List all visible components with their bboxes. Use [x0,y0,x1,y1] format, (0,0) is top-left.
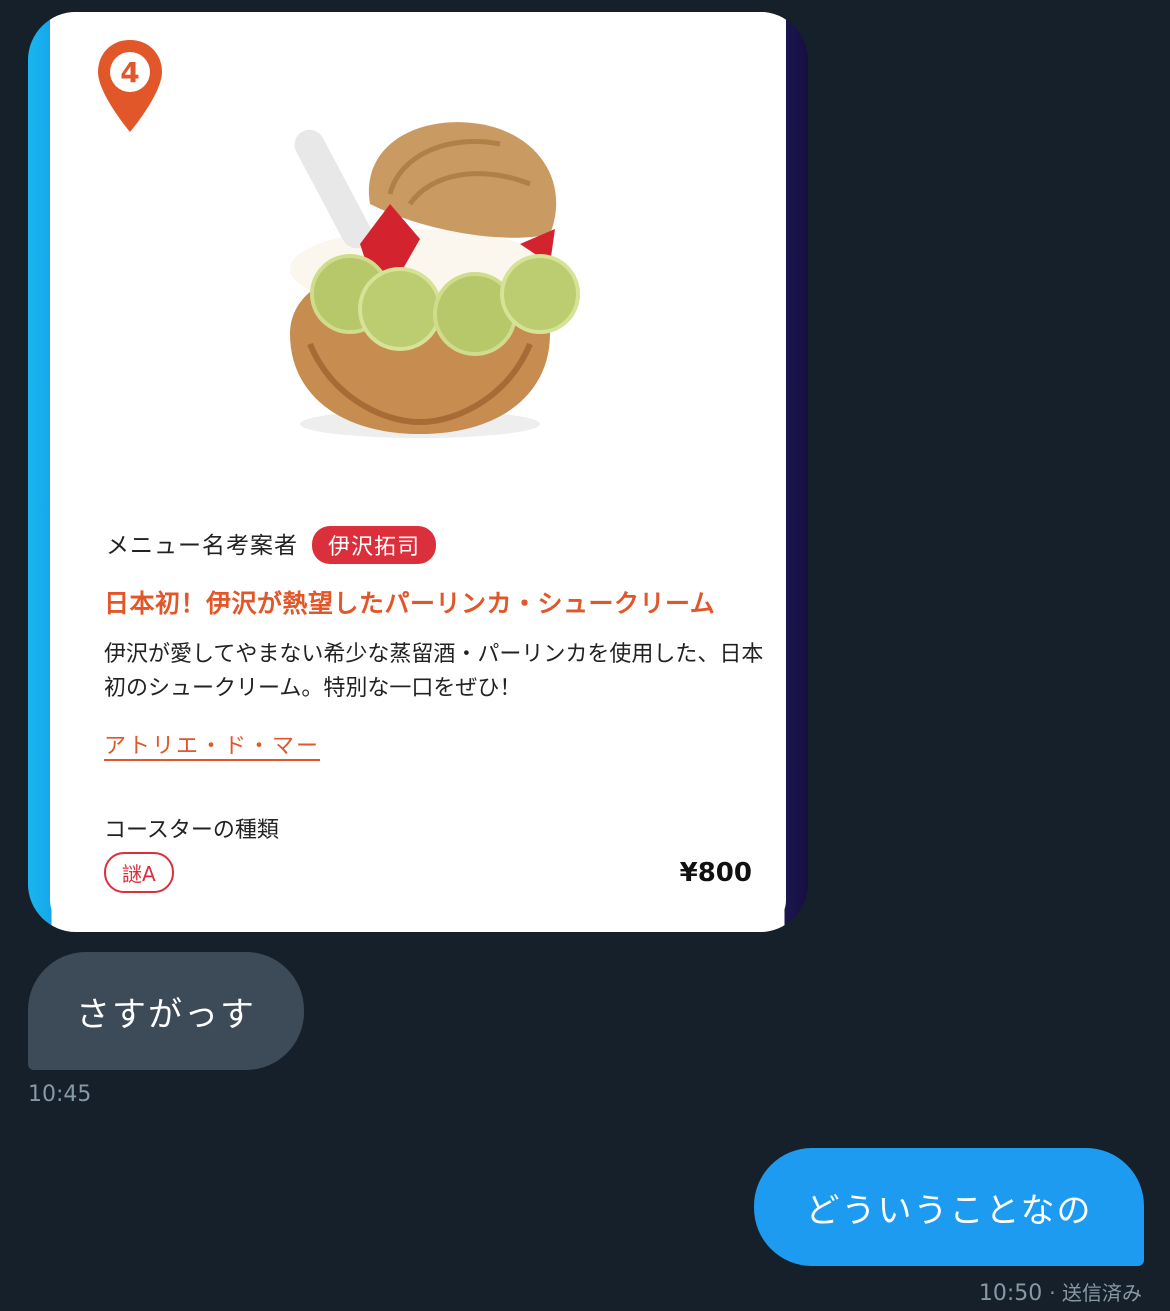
outgoing-message-time: 10:50 [978,1281,1043,1306]
menu-title: 日本初！伊沢が熱望したパーリンカ・シュークリーム [104,589,716,618]
cream-puff-image [290,122,580,438]
outgoing-message-bubble[interactable]: どういうことなの [754,1148,1144,1266]
menu-description: 伊沢が愛してやまない希少な蒸留酒・パーリンカを使用した、日本初のシュークリーム。… [104,642,764,701]
menu-card: 4 メニュー名考案者 伊沢拓司 日本初！伊沢が熱望したパーリンカ・シュークリーム… [50,12,786,930]
menu-name-label: メニュー名考案者 [106,533,298,559]
location-pin-icon: 4 [98,40,162,132]
pin-number: 4 [120,56,139,89]
coaster-label: コースターの種類 [104,818,279,843]
sent-status: · 送信済み [1049,1281,1142,1305]
outgoing-message-meta: 10:50 · 送信済み [979,1277,1142,1306]
shop-link[interactable]: アトリエ・ド・マー [104,728,320,760]
incoming-message-bubble[interactable]: さすがっす [28,952,304,1070]
chef-name-badge: 伊沢拓司 [312,526,437,564]
image-attachment[interactable]: 4 メニュー名考案者 伊沢拓司 日本初！伊沢が熱望したパーリンカ・シュークリーム… [28,12,808,932]
coaster-type-badge: 謎A [104,852,174,893]
price: ¥800 [679,858,752,888]
incoming-message-time: 10:45 [28,1082,92,1107]
